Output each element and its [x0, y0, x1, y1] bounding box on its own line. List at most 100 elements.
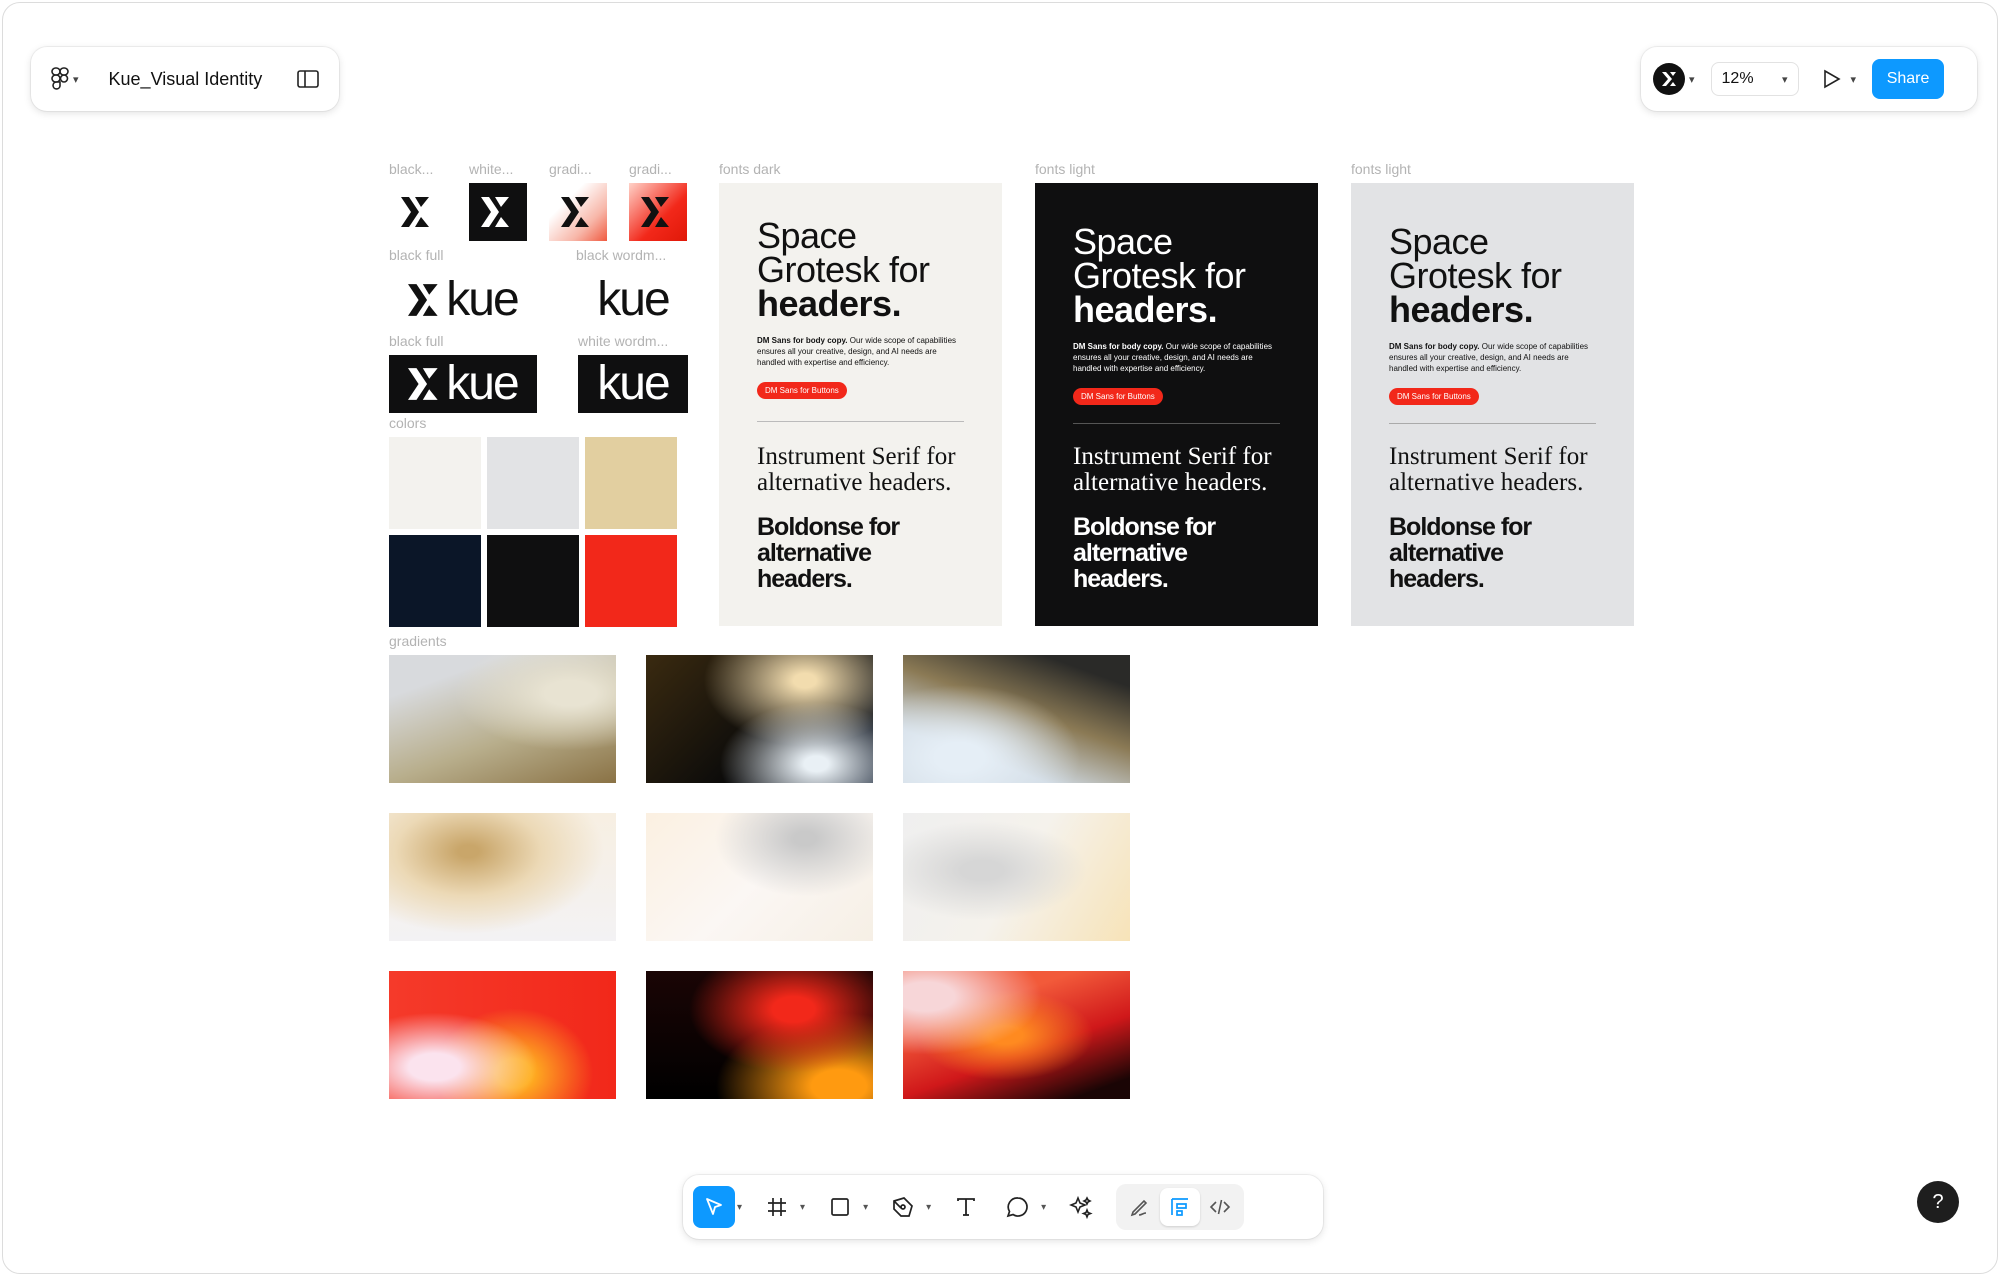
gradient-tile[interactable] — [646, 813, 873, 941]
frame-hash-icon — [768, 1198, 787, 1216]
gradient-tile[interactable] — [389, 971, 616, 1099]
dev-mode-button[interactable] — [1200, 1188, 1240, 1226]
frame-tool-button[interactable] — [756, 1186, 798, 1228]
wordmark-text: kue — [597, 273, 670, 326]
frame-label-fonts-light-2[interactable]: fonts light — [1351, 161, 1471, 177]
gradient-tile[interactable] — [646, 971, 873, 1099]
text-tool-button[interactable] — [945, 1186, 987, 1228]
kue-mark-icon — [481, 197, 509, 227]
kue-mark-icon — [561, 197, 589, 227]
gradient-tile[interactable] — [903, 971, 1130, 1099]
actions-tool-button[interactable] — [1060, 1186, 1102, 1228]
design-mode-button[interactable] — [1160, 1188, 1201, 1226]
toggle-sidebar-icon[interactable] — [297, 70, 319, 88]
frame-tool-chevron-icon[interactable]: ▾ — [800, 1202, 805, 1213]
poster-bold-sample: Boldonse for alternative headers. — [1073, 513, 1216, 593]
file-title[interactable]: Kue_Visual Identity — [109, 69, 297, 90]
zoom-value: 12% — [1721, 70, 1754, 87]
poster-fonts-light-dark-bg[interactable]: Space Grotesk for headers. DM Sans for bod… — [1035, 183, 1318, 626]
present-play-icon[interactable] — [1823, 69, 1841, 89]
text-t-icon — [957, 1198, 976, 1216]
rectangle-tool-chevron-icon[interactable]: ▾ — [863, 1202, 868, 1213]
logo-mark-gradient-light[interactable] — [549, 183, 607, 241]
poster-body: DM Sans for body copy. Our wide scope of… — [757, 336, 957, 367]
poster-button-sample: DM Sans for Buttons — [1389, 388, 1479, 405]
move-tool-button[interactable] — [693, 1186, 735, 1228]
frame-label-white[interactable]: white... — [469, 161, 529, 177]
sparkle-actions-icon — [1069, 1195, 1093, 1219]
frame-label-fonts-dark[interactable]: fonts dark — [719, 161, 839, 177]
frame-label-black-full-2[interactable]: black full — [389, 333, 489, 349]
frame-label-fonts-light-1[interactable]: fonts light — [1035, 161, 1155, 177]
draw-mode-button[interactable] — [1120, 1188, 1160, 1226]
color-swatch[interactable] — [389, 437, 481, 529]
avatar[interactable] — [1653, 63, 1685, 95]
poster-divider — [757, 421, 964, 422]
help-button[interactable]: ? — [1917, 1181, 1959, 1223]
color-swatch[interactable] — [389, 535, 481, 627]
kue-mark-icon — [401, 197, 429, 227]
poster-button-sample: DM Sans for Buttons — [757, 382, 847, 399]
logo-mark-black[interactable] — [389, 183, 447, 241]
mode-switcher — [1116, 1184, 1245, 1230]
code-brackets-icon — [1210, 1199, 1231, 1215]
zoom-dropdown[interactable]: 12% ▾ — [1710, 62, 1799, 96]
move-tool-chevron-icon[interactable]: ▾ — [737, 1202, 742, 1213]
logo-full-black[interactable]: kue — [389, 271, 537, 329]
wordmark-text: kue — [446, 273, 519, 326]
poster-body: DM Sans for body copy. Our wide scope of… — [1073, 342, 1273, 373]
wordmark-text: kue — [597, 357, 670, 410]
gradient-tile[interactable] — [389, 813, 616, 941]
account-chevron-icon[interactable]: ▾ — [1689, 73, 1695, 86]
wordmark-text: kue — [446, 357, 519, 410]
design-layout-icon — [1171, 1198, 1189, 1216]
poster-divider — [1389, 423, 1596, 424]
poster-fonts-dark[interactable]: Space Grotesk for headers. DM Sans for bod… — [719, 183, 1002, 626]
figma-logo-icon[interactable] — [51, 67, 69, 91]
logo-mark-white[interactable] — [469, 183, 527, 241]
rectangle-tool-button[interactable] — [819, 1186, 861, 1228]
bottom-toolbar: ▾ ▾ ▾ ▾ ▾ — [683, 1175, 1323, 1239]
pen-tool-button[interactable] — [882, 1186, 924, 1228]
gradient-tile[interactable] — [646, 655, 873, 783]
frame-label-colors[interactable]: colors — [389, 415, 469, 431]
top-right-panel: ▾ 12% ▾ ▾ Share — [1641, 47, 1977, 111]
gradient-tile[interactable] — [903, 813, 1130, 941]
frame-label-gradient-2[interactable]: gradi... — [629, 161, 689, 177]
color-swatch[interactable] — [487, 437, 579, 529]
poster-fonts-light-grey-bg[interactable]: Space Grotesk for headers. DM Sans for bod… — [1351, 183, 1634, 626]
logo-wordmark-black[interactable]: kue — [578, 271, 688, 329]
poster-headline: Space Grotesk for headers. — [1073, 221, 1246, 330]
pen-nib-icon — [893, 1197, 914, 1217]
frame-label-black-wordmark[interactable]: black wordm... — [576, 247, 686, 263]
frame-label-black-full[interactable]: black full — [389, 247, 489, 263]
color-swatch[interactable] — [585, 437, 677, 529]
frame-label-gradients[interactable]: gradients — [389, 633, 489, 649]
poster-serif-sample: Instrument Serif for alternative headers. — [1073, 443, 1272, 496]
main-menu-chevron-icon[interactable]: ▾ — [73, 73, 79, 86]
gradient-tile[interactable] — [389, 655, 616, 783]
logo-wordmark-white[interactable]: kue — [578, 355, 688, 413]
color-swatch[interactable] — [487, 535, 579, 627]
frame-label-gradient-1[interactable]: gradi... — [549, 161, 609, 177]
pen-tool-chevron-icon[interactable]: ▾ — [926, 1202, 931, 1213]
poster-serif-sample: Instrument Serif for alternative headers. — [757, 443, 956, 496]
share-button[interactable]: Share — [1872, 59, 1945, 99]
rectangle-icon — [831, 1198, 849, 1216]
poster-headline: Space Grotesk for headers. — [1389, 221, 1562, 330]
kue-mark-icon — [408, 284, 438, 316]
present-chevron-icon[interactable]: ▾ — [1851, 73, 1857, 86]
frame-label-white-wordmark[interactable]: white wordm... — [578, 333, 688, 349]
color-swatch[interactable] — [585, 535, 677, 627]
zoom-chevron-icon: ▾ — [1782, 73, 1788, 86]
logo-full-white[interactable]: kue — [389, 355, 537, 413]
gradient-tile[interactable] — [903, 655, 1130, 783]
kue-mark-icon — [641, 197, 669, 227]
comment-tool-chevron-icon[interactable]: ▾ — [1041, 1202, 1046, 1213]
logo-mark-gradient-red[interactable] — [629, 183, 687, 241]
kue-mark-icon — [408, 368, 438, 400]
figma-window: ▾ Kue_Visual Identity ▾ 12% ▾ ▾ Share bl… — [2, 2, 1998, 1274]
frame-label-black[interactable]: black... — [389, 161, 449, 177]
comment-tool-button[interactable] — [997, 1186, 1039, 1228]
file-header-panel: ▾ Kue_Visual Identity — [31, 47, 339, 111]
